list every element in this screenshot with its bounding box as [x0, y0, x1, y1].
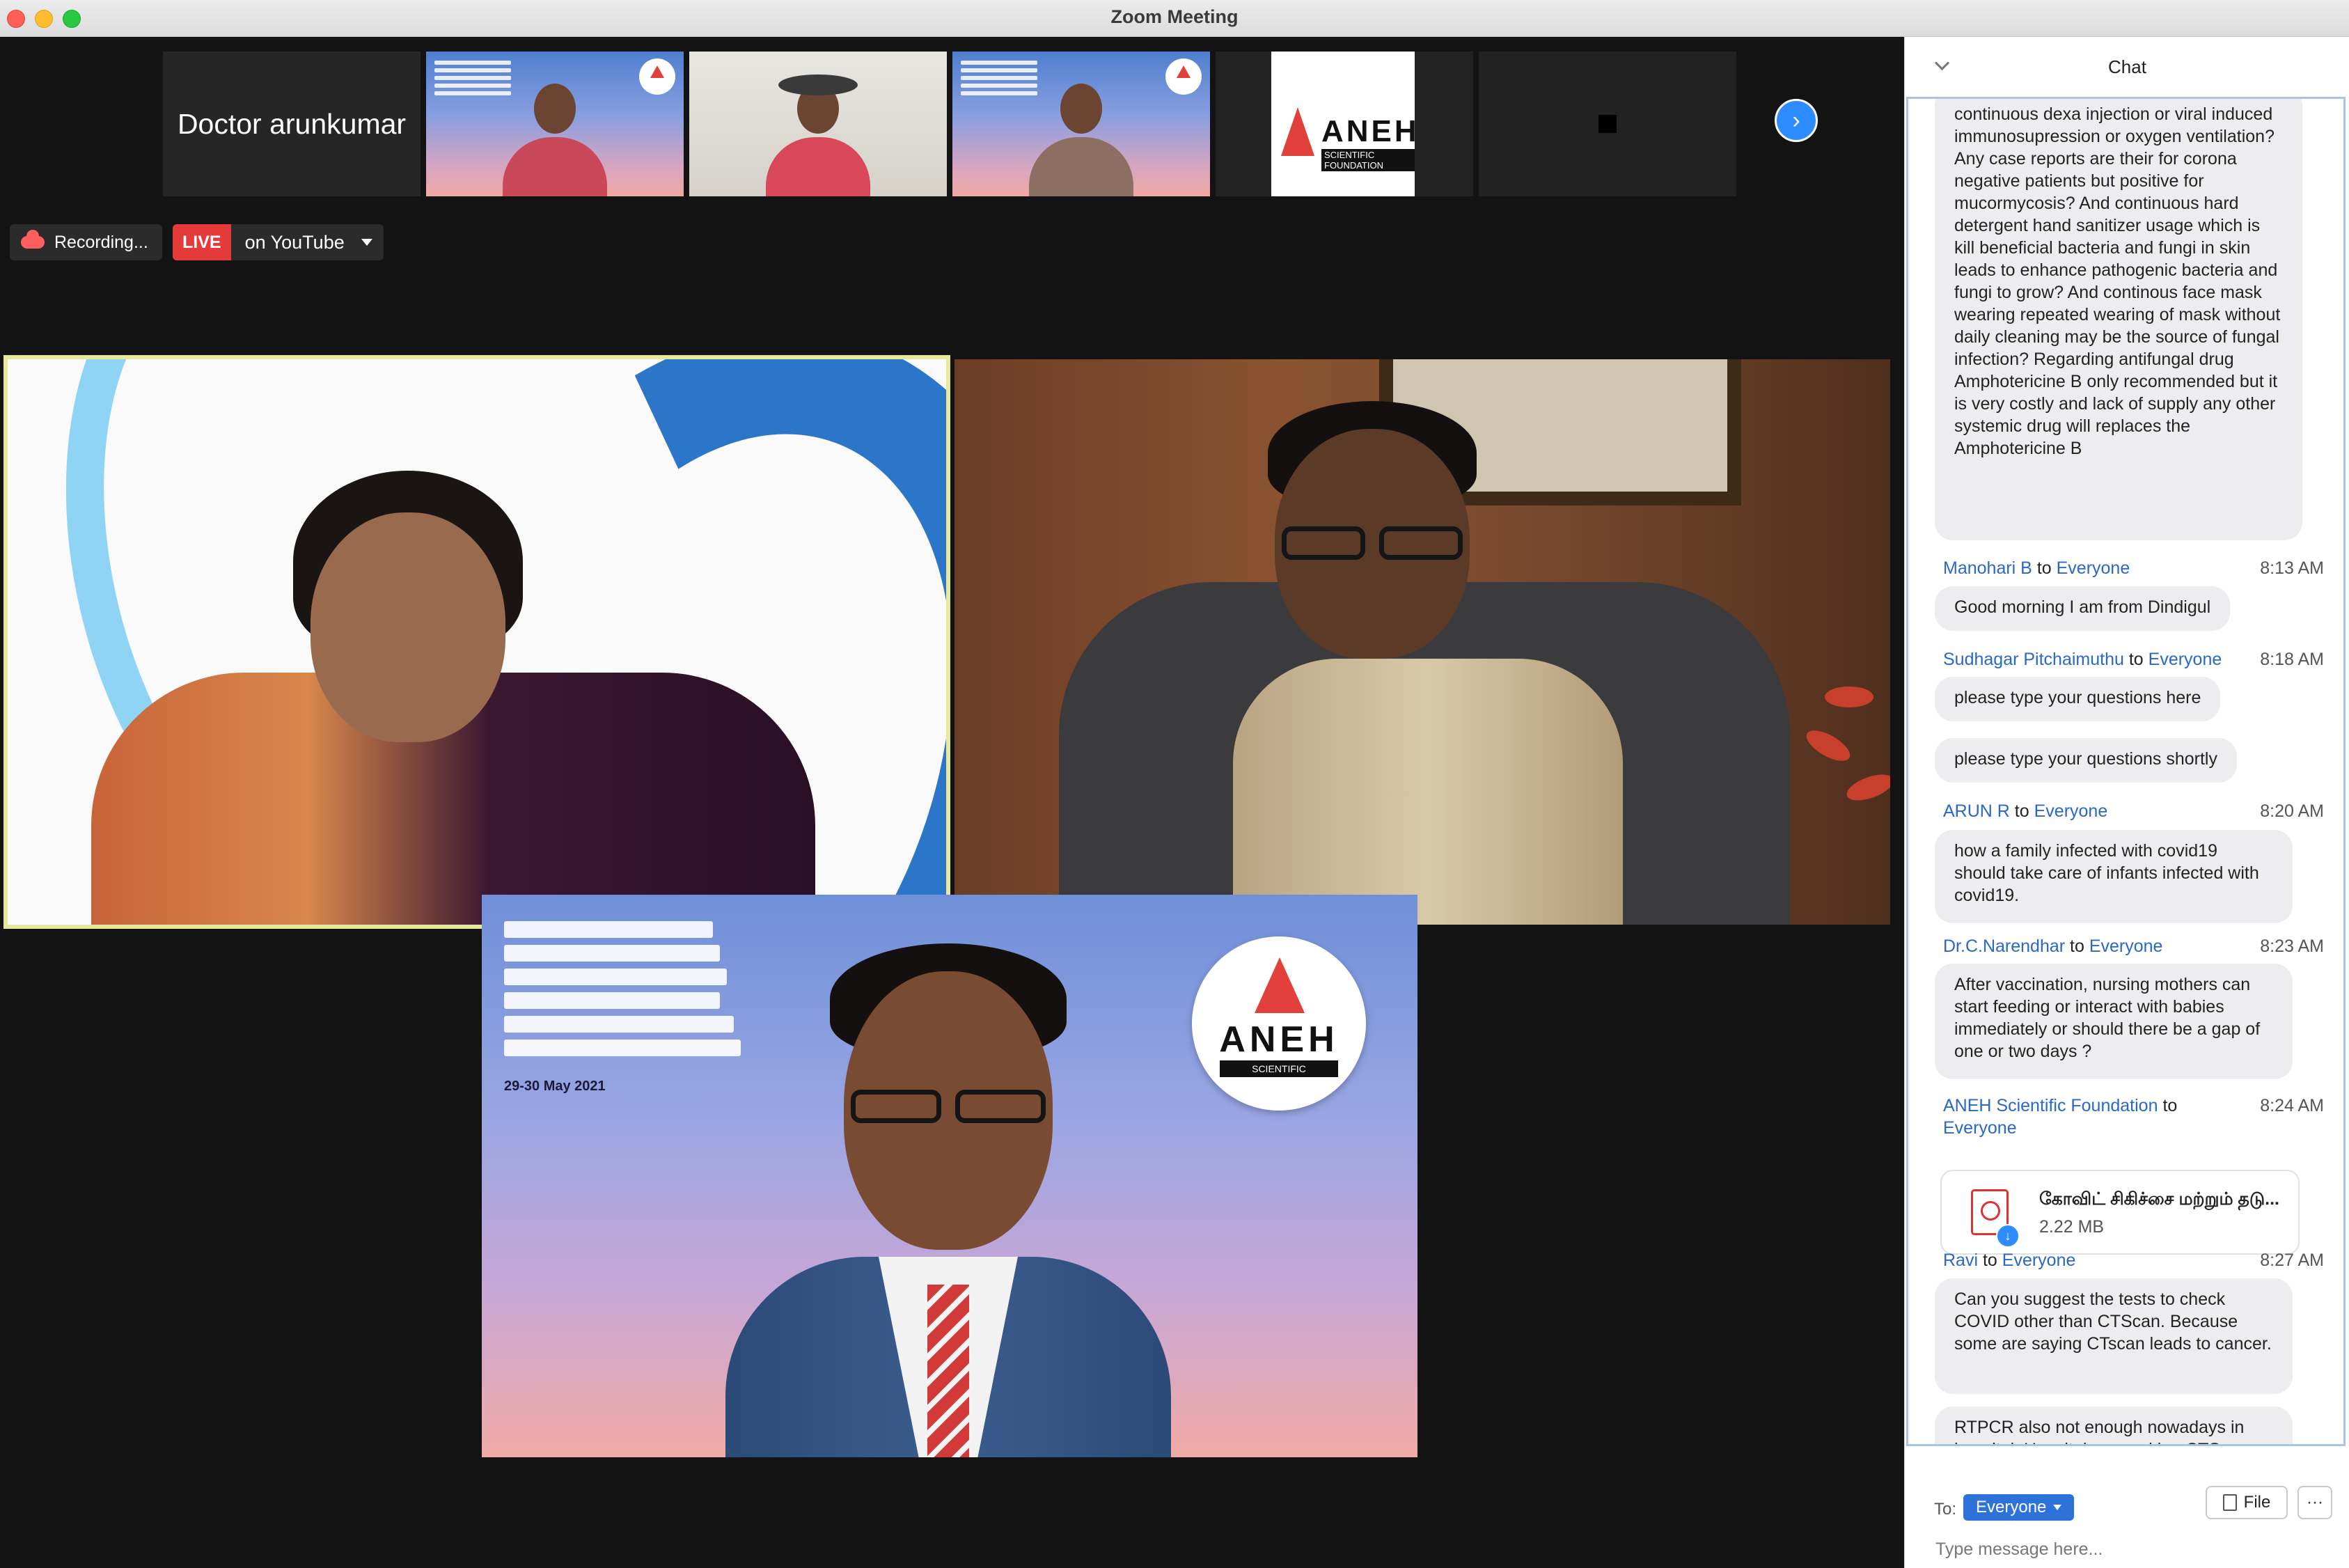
participant-video	[503, 71, 607, 196]
video-off-square-icon	[1598, 115, 1617, 133]
aneh-triangle-icon	[1281, 107, 1314, 156]
send-file-button[interactable]: File	[2206, 1486, 2288, 1519]
recipient-value: Everyone	[1976, 1498, 2047, 1516]
chat-message-bubble: how a family infected with covid19 shoul…	[1935, 830, 2293, 923]
logo-word: ANEH	[1321, 114, 1420, 148]
meeting-area: Doctor arunkumar ANEH SCIENTIFIC FOUNDAT…	[0, 37, 1903, 1568]
dropdown-caret-icon	[361, 239, 372, 246]
participant-video	[1029, 71, 1133, 196]
chat-messages[interactable]: continuous dexa injection or viral induc…	[1906, 97, 2346, 1446]
chat-timestamp: 8:18 AM	[2260, 650, 2324, 669]
participant-thumbnail[interactable]	[689, 52, 947, 196]
chat-timestamp: 8:20 AM	[2260, 801, 2324, 821]
participant-video[interactable]: 29-30 May 2021 ANEH SCIENTIFIC FOUNDATIO…	[482, 895, 1417, 1457]
recording-label: Recording...	[54, 232, 148, 252]
chat-panel: Chat continuous dexa injection or viral …	[1904, 37, 2349, 1568]
participant-video-active-speaker[interactable]	[3, 355, 950, 929]
chat-message-input[interactable]	[1934, 1535, 2327, 1564]
slide-text-thumbnail	[434, 57, 511, 99]
chat-timestamp: 8:24 AM	[2260, 1096, 2324, 1115]
chat-header: Chat	[1905, 37, 2349, 95]
participant-video	[766, 71, 870, 196]
more-options-button[interactable]: ···	[2297, 1486, 2332, 1519]
participant-name: Doctor arunkumar	[177, 107, 407, 140]
file-button-label: File	[2243, 1493, 2271, 1512]
live-stream-menu[interactable]: LIVE on YouTube	[173, 224, 384, 260]
recording-indicator[interactable]: Recording...	[10, 224, 162, 260]
chat-message-bubble: Good morning I am from Dindigul	[1935, 586, 2231, 631]
tamil-title-text	[504, 914, 741, 1063]
chat-sender: Manohari B to Everyone	[1943, 558, 2130, 578]
aneh-logo-icon	[1165, 58, 1202, 95]
chat-message-bubble: RTPCR also not enough nowadays in hospit…	[1935, 1406, 2293, 1444]
chat-message-bubble: Can you suggest the tests to check COVID…	[1935, 1278, 2293, 1394]
next-page-button[interactable]: ›	[1775, 99, 1818, 142]
chat-composer: To: Everyone File ···	[1905, 1448, 2349, 1568]
aneh-logo-icon	[639, 58, 675, 95]
chat-timestamp: 8:23 AM	[2260, 936, 2324, 956]
file-icon	[2222, 1494, 2237, 1511]
window-title-bar: Zoom Meeting	[0, 0, 2349, 37]
participant-video[interactable]	[954, 359, 1890, 925]
chat-sender: Sudhagar Pitchaimuthu to Everyone	[1943, 650, 2222, 669]
chat-timestamp: 8:13 AM	[2260, 558, 2324, 578]
participant-tile-name-only[interactable]: Doctor arunkumar	[163, 52, 421, 196]
to-label: To:	[1934, 1500, 1957, 1519]
chat-message-bubble: After vaccination, nursing mothers can s…	[1935, 964, 2293, 1079]
file-size: 2.22 MB	[2039, 1217, 2105, 1237]
chat-message-bubble: please type your questions shortly	[1935, 738, 2237, 783]
chat-timestamp: 8:27 AM	[2260, 1251, 2324, 1270]
logo-word: ANEH	[1219, 1019, 1339, 1060]
participant-thumbnail-logo[interactable]: ANEH SCIENTIFIC FOUNDATION	[1216, 52, 1473, 196]
slide-text-thumbnail	[961, 57, 1037, 99]
cloud-recording-icon	[21, 230, 45, 249]
window-title: Zoom Meeting	[1110, 6, 1239, 27]
participant-thumbnail[interactable]	[952, 52, 1210, 196]
live-target-label: on YouTube	[244, 231, 345, 253]
aneh-logo: ANEH SCIENTIFIC FOUNDATION	[1271, 52, 1417, 196]
aneh-triangle-icon	[1255, 957, 1305, 1013]
hat-icon	[778, 75, 858, 95]
chat-sender: Ravi to Everyone	[1943, 1251, 2076, 1270]
chat-sender: Dr.C.Narendhar to Everyone	[1943, 936, 2163, 956]
chat-title: Chat	[2108, 56, 2146, 77]
logo-subtitle: SCIENTIFIC FOUNDATION	[1220, 1060, 1338, 1091]
chat-sender: ANEH Scientific Foundation to Everyone	[1943, 1096, 2178, 1138]
chat-sender: ARUN R to Everyone	[1943, 801, 2108, 821]
event-date: 29-30 May 2021	[504, 1079, 606, 1094]
recipient-select[interactable]: Everyone	[1963, 1494, 2075, 1521]
file-name: கோவிட் சிகிச்சை மற்றும் தடு...	[2039, 1189, 2279, 1209]
participant-thumbnail[interactable]	[426, 52, 684, 196]
file-attachment[interactable]: ↓ கோவிட் சிகிச்சை மற்றும் தடு... 2.22 MB	[1940, 1170, 2300, 1255]
logo-subtitle: SCIENTIFIC FOUNDATION	[1321, 149, 1415, 171]
download-icon[interactable]: ↓	[1996, 1224, 2020, 1248]
chat-message-bubble: please type your questions here	[1935, 677, 2221, 721]
aneh-logo: ANEH SCIENTIFIC FOUNDATION	[1192, 936, 1366, 1111]
chat-message-bubble: continuous dexa injection or viral induc…	[1935, 99, 2302, 540]
live-badge: LIVE	[173, 224, 231, 260]
participant-thumbnail-video-off[interactable]	[1479, 52, 1736, 196]
dropdown-caret-icon	[2053, 1505, 2062, 1510]
